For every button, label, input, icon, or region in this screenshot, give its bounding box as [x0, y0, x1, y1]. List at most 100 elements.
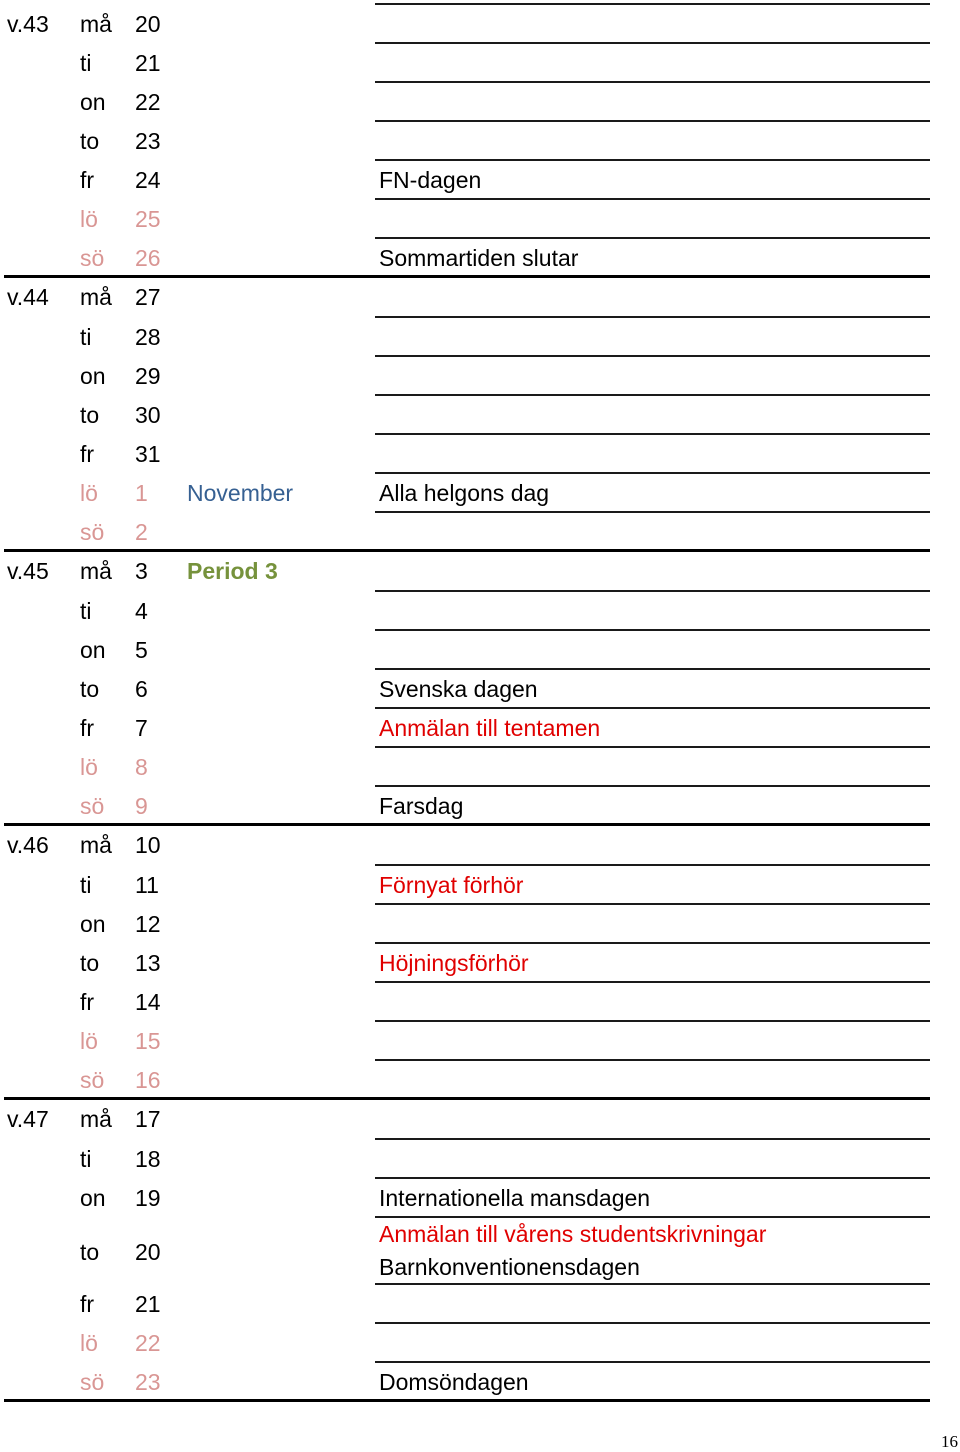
day-row: lö 22 [0, 1322, 960, 1361]
day-row: v.44 må 27 [0, 276, 960, 316]
day-row: fr 14 [0, 981, 960, 1020]
day-row: sö 16 [0, 1059, 960, 1098]
row-divider [375, 629, 930, 631]
day-name: on [80, 363, 106, 389]
day-row: on 22 [0, 81, 960, 120]
day-name: må [80, 558, 112, 584]
day-name: må [80, 11, 112, 37]
date-number: 5 [135, 637, 148, 663]
day-name: on [80, 89, 106, 115]
event-note: Alla helgons dag [379, 480, 550, 506]
day-row: v.46 må 10 [0, 824, 960, 864]
date-number: 2 [135, 519, 148, 545]
date-number: 21 [135, 50, 161, 76]
day-name: on [80, 637, 106, 663]
day-row: sö 9 Farsdag [0, 785, 960, 824]
event-note: Sommartiden slutar [379, 245, 579, 271]
day-row: on 12 [0, 903, 960, 942]
day-row: lö 15 [0, 1020, 960, 1059]
date-number: 26 [135, 245, 161, 271]
day-name: to [80, 950, 100, 976]
date-number: 20 [135, 1239, 161, 1265]
date-number: 22 [135, 1330, 161, 1356]
day-name: ti [80, 872, 92, 898]
day-name: må [80, 1106, 112, 1132]
date-number: 22 [135, 89, 161, 115]
event-note: Farsdag [379, 793, 464, 819]
date-number: 18 [135, 1146, 161, 1172]
day-row: v.47 må 17 [0, 1098, 960, 1138]
day-name: ti [80, 324, 92, 350]
page-number: 16 [941, 1432, 958, 1451]
day-name: sö [80, 793, 105, 819]
date-number: 6 [135, 676, 148, 702]
day-row: sö 2 [0, 511, 960, 550]
date-number: 23 [135, 1369, 161, 1395]
day-name: lö [80, 480, 98, 506]
day-row: sö 26 Sommartiden slutar [0, 237, 960, 276]
event-note: Förnyat förhör [379, 872, 524, 898]
day-row: v.43 må 20 [0, 3, 960, 42]
day-row: to 13 Höjningsförhör [0, 942, 960, 981]
day-row: ti 21 [0, 42, 960, 81]
week-number: v.46 [7, 832, 49, 858]
day-row: v.45 må 3 Period 3 [0, 550, 960, 590]
day-row: on 5 [0, 629, 960, 668]
date-number: 8 [135, 754, 148, 780]
day-row: fr 31 [0, 433, 960, 472]
day-name: lö [80, 754, 98, 780]
day-row: to 6 Svenska dagen [0, 668, 960, 707]
date-number: 1 [135, 480, 148, 506]
date-number: 21 [135, 1291, 161, 1317]
row-divider [375, 472, 930, 474]
row-divider [375, 1361, 930, 1363]
day-row: lö 25 [0, 198, 960, 237]
date-number: 13 [135, 950, 161, 976]
date-number: 11 [135, 872, 159, 898]
event-note: Domsöndagen [379, 1369, 529, 1395]
date-number: 31 [135, 441, 161, 467]
row-divider [375, 942, 930, 944]
day-name: to [80, 676, 100, 702]
date-number: 10 [135, 832, 161, 858]
row-divider [375, 355, 930, 357]
day-row: ti 28 [0, 316, 960, 355]
row-divider [375, 237, 930, 239]
date-number: 4 [135, 598, 148, 624]
day-name: fr [80, 167, 95, 193]
date-number: 23 [135, 128, 161, 154]
date-number: 14 [135, 989, 161, 1015]
row-divider [375, 981, 930, 983]
day-name: to [80, 128, 100, 154]
day-name: sö [80, 245, 105, 271]
day-row: to 30 [0, 394, 960, 433]
day-row: to 20 Anmälan till vårens studentskrivning… [0, 1216, 960, 1283]
row-divider [375, 1059, 930, 1061]
day-row: fr 7 Anmälan till tentamen [0, 707, 960, 746]
period-label: Period 3 [187, 558, 278, 584]
week-number: v.44 [7, 284, 49, 310]
day-name: må [80, 284, 112, 310]
date-number: 7 [135, 715, 148, 741]
date-number: 28 [135, 324, 161, 350]
date-number: 20 [135, 11, 161, 37]
day-row: ti 18 [0, 1138, 960, 1177]
date-number: 19 [135, 1185, 161, 1211]
row-divider [375, 903, 930, 905]
row-divider [375, 668, 930, 670]
day-row: ti 11 Förnyat förhör [0, 864, 960, 903]
row-divider [375, 707, 930, 709]
date-number: 25 [135, 206, 161, 232]
event-note: Internationella mansdagen [379, 1185, 651, 1211]
week-number: v.45 [7, 558, 49, 584]
day-name: ti [80, 1146, 92, 1172]
row-divider [375, 785, 930, 787]
day-row: lö 1 November Alla helgons dag [0, 472, 960, 511]
day-name: on [80, 911, 106, 937]
date-number: 30 [135, 402, 161, 428]
row-divider [375, 316, 930, 318]
day-name: to [80, 402, 100, 428]
row-divider [375, 42, 930, 44]
day-row: fr 24 FN-dagen [0, 159, 960, 198]
day-name: lö [80, 1330, 98, 1356]
